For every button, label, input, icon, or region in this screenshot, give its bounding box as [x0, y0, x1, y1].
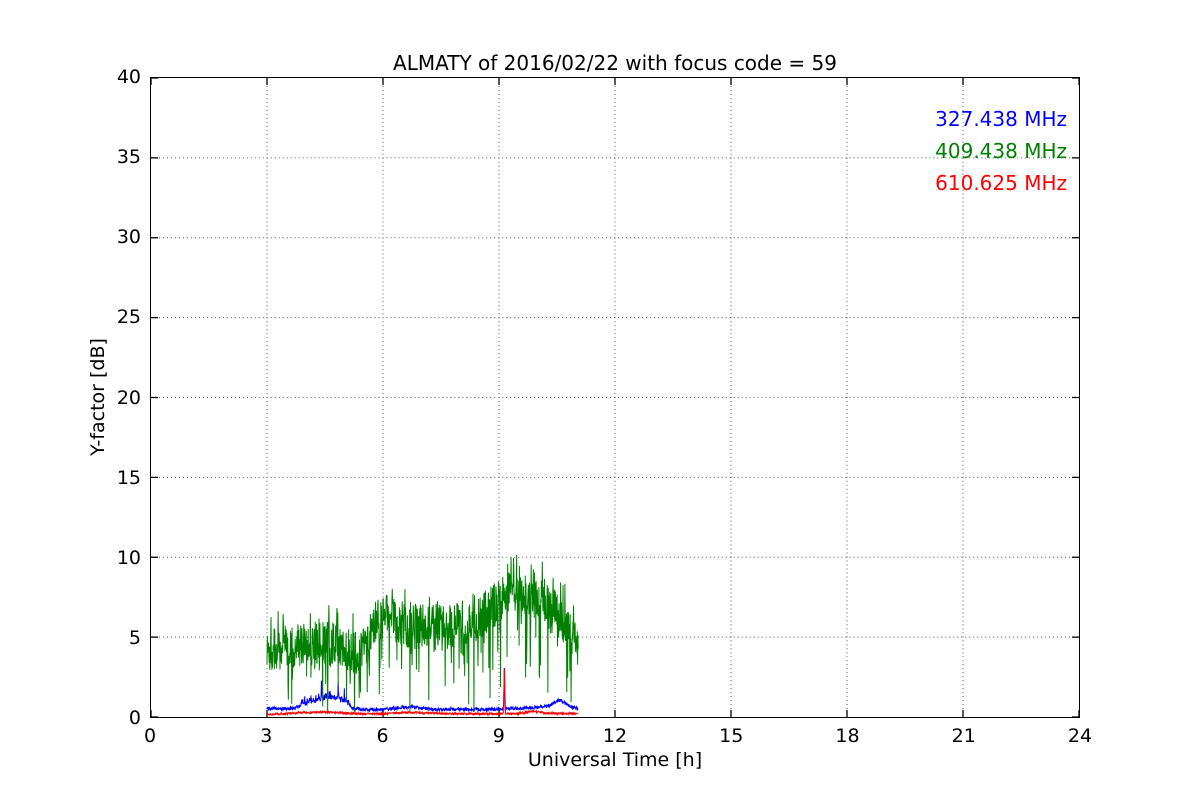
series-line — [266, 554, 579, 713]
x-tick-label: 3 — [260, 725, 273, 747]
y-tick-label: 10 — [116, 546, 141, 569]
x-tick-label: 9 — [492, 725, 505, 747]
x-tick-label: 15 — [719, 725, 744, 747]
x-tick-label: 0 — [143, 725, 157, 747]
x-axis-label: Universal Time [h] — [527, 749, 703, 771]
y-tick-label: 35 — [116, 146, 141, 169]
legend-entry: 409.438 MHz — [935, 139, 1067, 163]
y-tick-label: 25 — [116, 306, 141, 329]
y-tick-label: 30 — [116, 226, 141, 249]
legend-entry: 610.625 MHz — [935, 171, 1067, 195]
series-line — [266, 668, 579, 713]
x-tick-label: 6 — [376, 725, 389, 747]
legend: 327.438 MHz 409.438 MHz 610.625 MHz — [150, 103, 1067, 199]
chart-title: ALMATY of 2016/02/22 with focus code = 5… — [393, 51, 837, 75]
y-tick-label: 5 — [128, 626, 141, 649]
x-tick-label: 24 — [1067, 725, 1093, 747]
x-tick-label: 12 — [602, 725, 628, 747]
y-tick-label: 40 — [116, 66, 141, 88]
y-tick-label: 20 — [116, 386, 141, 409]
y-tick-label: 15 — [116, 466, 141, 489]
x-tick-label: 18 — [835, 725, 860, 747]
x-tick-label: 21 — [951, 725, 976, 747]
legend-entry: 327.438 MHz — [935, 107, 1067, 131]
